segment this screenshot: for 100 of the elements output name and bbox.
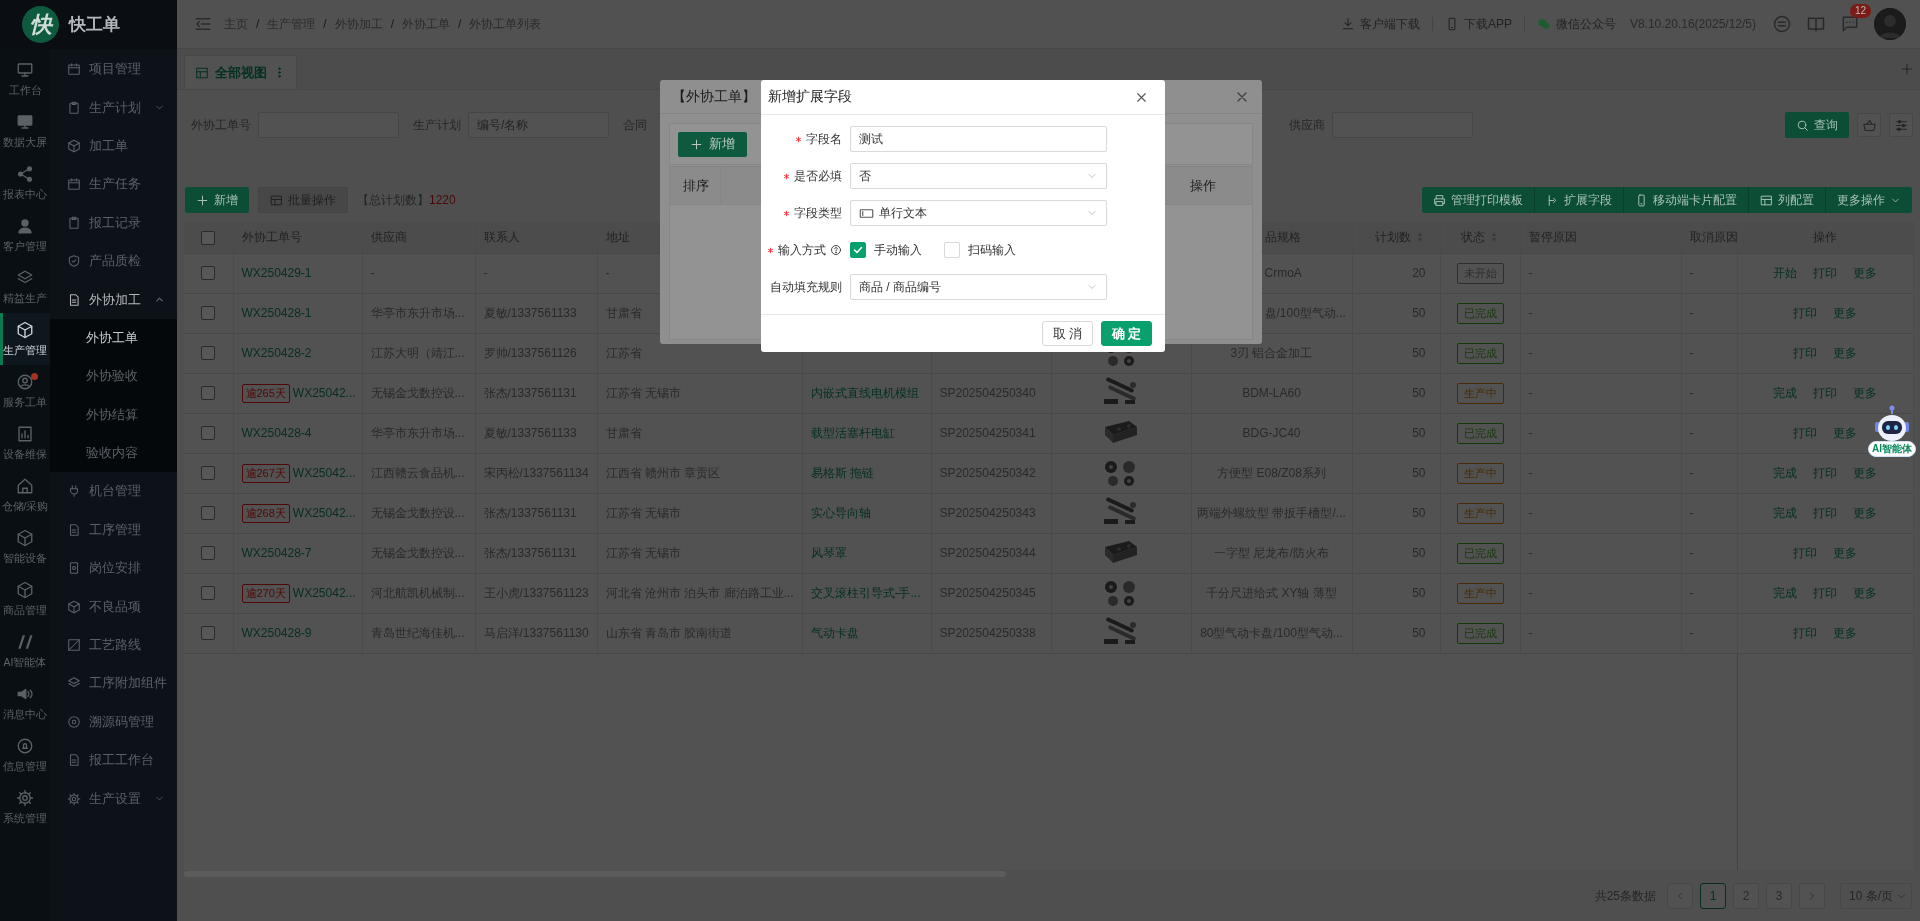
order-link[interactable]: WX25042... — [292, 505, 356, 520]
add-tab-icon[interactable] — [1900, 62, 1914, 76]
checkbox[interactable] — [201, 586, 216, 601]
rail-item[interactable]: 客户管理 — [0, 209, 50, 261]
list-icon[interactable] — [1772, 14, 1792, 34]
order-link[interactable]: WX250428-9 — [241, 626, 312, 640]
checkbox[interactable] — [201, 230, 216, 245]
rail-item[interactable]: 信息管理 — [0, 729, 50, 781]
action-link[interactable]: 打印 — [1813, 464, 1837, 482]
menu-item[interactable]: 生产设置 — [50, 779, 177, 818]
rail-item[interactable]: 智能设备 — [0, 521, 50, 573]
action-link[interactable]: 更多 — [1853, 504, 1877, 522]
order-link[interactable]: WX250428-2 — [241, 346, 312, 360]
rail-item[interactable]: 仓储/采购 — [0, 469, 50, 521]
checkbox[interactable] — [201, 546, 216, 561]
menu-item[interactable]: 项目管理 — [50, 50, 177, 89]
checkbox[interactable] — [201, 386, 216, 401]
order-link[interactable]: WX250429-1 — [241, 266, 312, 280]
action-link[interactable]: 打印 — [1813, 384, 1837, 402]
product-link[interactable]: 风琴罩 — [810, 545, 847, 560]
checkbox[interactable] — [201, 266, 216, 281]
product-link[interactable]: 交叉滚柱引导式-手... — [810, 585, 921, 600]
toolbar-button[interactable]: 列配置 — [1748, 187, 1825, 213]
checkbox-label[interactable]: 扫码输入 — [968, 241, 1016, 259]
rail-item[interactable]: 生产管理 — [0, 313, 50, 365]
order-link[interactable]: WX25042... — [292, 585, 356, 600]
product-link[interactable]: 气动卡盘 — [810, 625, 859, 640]
checkbox[interactable] — [201, 466, 216, 481]
submenu-item[interactable]: 外协工单 — [50, 318, 177, 358]
menu-item[interactable]: 工序附加组件 — [50, 664, 177, 703]
rail-item[interactable]: 系统管理 — [0, 781, 50, 833]
menu-item[interactable]: 外协加工 — [50, 280, 177, 319]
rail-item[interactable]: 服务工单 — [0, 365, 50, 417]
menu-item[interactable]: 产品质检 — [50, 241, 177, 281]
settings-button[interactable] — [1889, 113, 1913, 137]
submenu-item[interactable]: 外协结算 — [50, 395, 177, 434]
action-link[interactable]: 完成 — [1773, 464, 1797, 482]
rail-item[interactable]: 设备维保 — [0, 417, 50, 469]
action-link[interactable]: 打印 — [1813, 504, 1837, 522]
toolbar-button[interactable]: 移动端卡片配置 — [1623, 187, 1748, 213]
order-link[interactable]: WX250428-1 — [241, 306, 312, 320]
rail-item[interactable]: AI智能体 — [0, 625, 50, 677]
action-link[interactable]: 打印 — [1793, 344, 1817, 362]
message-icon[interactable] — [1840, 14, 1860, 34]
assistant-button[interactable]: AI智能体 — [1868, 405, 1916, 457]
submenu-item[interactable]: 外协验收 — [50, 357, 177, 396]
action-link[interactable]: 更多 — [1833, 304, 1857, 322]
rail-item[interactable]: 消息中心 — [0, 677, 50, 729]
product-link[interactable]: 易格斯 拖链 — [810, 465, 874, 480]
checkbox-label[interactable]: 手动输入 — [874, 241, 922, 259]
rail-item[interactable]: 商品管理 — [0, 573, 50, 625]
checkbox[interactable] — [850, 242, 866, 258]
menu-item[interactable]: 溯源码管理 — [50, 702, 177, 742]
select-field[interactable]: 否 — [850, 163, 1107, 189]
action-link[interactable]: 打印 — [1793, 544, 1817, 562]
menu-item[interactable]: 岗位安排 — [50, 549, 177, 588]
menu-fold-icon[interactable] — [194, 15, 212, 33]
action-link[interactable]: 更多 — [1833, 424, 1857, 442]
checkbox[interactable] — [201, 506, 216, 521]
help-icon[interactable] — [830, 244, 842, 256]
avatar[interactable] — [1874, 8, 1906, 40]
add-button[interactable]: 新增 — [678, 131, 747, 157]
toolbar-button[interactable]: 管理打印模板 — [1422, 187, 1534, 213]
menu-item[interactable]: 工艺路线 — [50, 625, 177, 665]
action-link[interactable]: 更多 — [1853, 464, 1877, 482]
checkbox[interactable] — [201, 626, 216, 641]
menu-item[interactable]: 不良品项 — [50, 587, 177, 626]
cancel-button[interactable]: 取 消 — [1042, 321, 1093, 346]
select-field[interactable]: 单行文本 — [850, 200, 1107, 226]
menu-item[interactable]: 报工记录 — [50, 203, 177, 242]
action-link[interactable]: 完成 — [1773, 504, 1797, 522]
product-link[interactable]: 内嵌式直线电机模组 — [810, 385, 919, 400]
action-link[interactable]: 打印 — [1793, 424, 1817, 442]
action-link[interactable]: 完成 — [1773, 584, 1797, 602]
book-icon[interactable] — [1806, 14, 1826, 34]
action-link[interactable]: 打印 — [1813, 584, 1837, 602]
action-link[interactable]: 更多 — [1833, 544, 1857, 562]
rail-item[interactable]: 报表中心 — [0, 157, 50, 209]
action-link[interactable]: 开始 — [1773, 264, 1797, 282]
menu-item[interactable]: 生产计划 — [50, 88, 177, 127]
action-link[interactable]: 更多 — [1833, 344, 1857, 362]
confirm-button[interactable]: 确 定 — [1101, 321, 1152, 346]
rail-item[interactable]: 工作台 — [0, 53, 50, 105]
menu-item[interactable]: 生产任务 — [50, 165, 177, 204]
submenu-item[interactable]: 验收内容 — [50, 433, 177, 473]
checkbox[interactable] — [201, 346, 216, 361]
order-link[interactable]: WX250428-4 — [241, 426, 312, 440]
action-link[interactable]: 更多 — [1853, 584, 1877, 602]
add-button[interactable]: 新增 — [185, 187, 249, 213]
menu-item[interactable]: 工序管理 — [50, 510, 177, 550]
view-tab[interactable]: 全部视图 — [184, 55, 297, 89]
order-link[interactable]: WX25042... — [292, 465, 356, 480]
action-link[interactable]: 完成 — [1773, 384, 1797, 402]
checkbox[interactable] — [201, 306, 216, 321]
menu-item[interactable]: 加工单 — [50, 126, 177, 166]
product-link[interactable]: 载型活塞杆电缸 — [810, 425, 895, 440]
search-button[interactable]: 查询 — [1785, 112, 1849, 138]
toolbar-button[interactable]: 更多操作 — [1825, 187, 1912, 213]
action-link[interactable]: 更多 — [1853, 264, 1877, 282]
product-link[interactable]: 实心导向轴 — [810, 505, 871, 520]
